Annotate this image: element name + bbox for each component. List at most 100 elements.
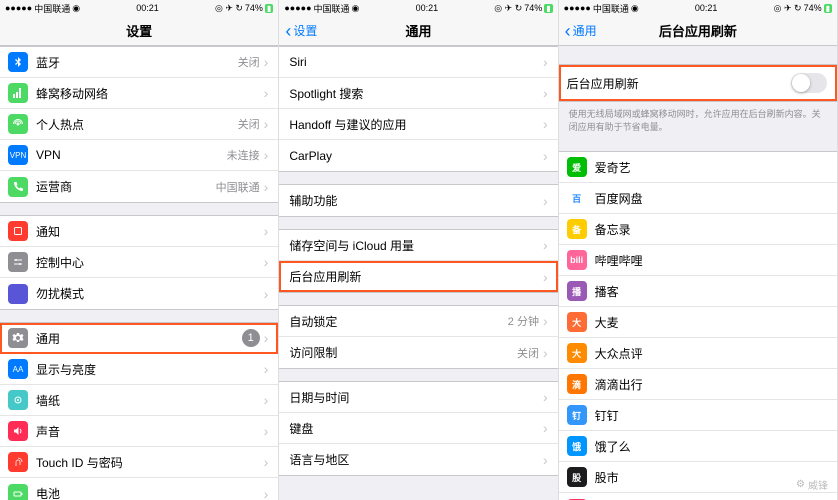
chevron-right-icon: › (264, 361, 269, 377)
settings-row[interactable]: 蜂窝移动网络› (0, 78, 278, 109)
background-refresh-screen: ●●●●●中国联通◉ 00:21 ◎ ✈ ↻74%▮ 通用 后台应用刷新 后台应… (559, 0, 838, 500)
display-icon: AA (8, 359, 28, 379)
settings-screen: ●●●●●中国联通◉ 00:21 ◎ ✈ ↻74%▮ 设置 蓝牙关闭›蜂窝移动网… (0, 0, 279, 500)
vpn-icon: VPN (8, 145, 28, 165)
chevron-right-icon: › (543, 193, 548, 209)
settings-row[interactable]: CarPlay› (279, 140, 557, 171)
chevron-right-icon: › (543, 269, 548, 285)
chevron-right-icon: › (264, 330, 269, 346)
settings-row[interactable]: 储存空间与 iCloud 用量› (279, 230, 557, 261)
chevron-right-icon: › (264, 423, 269, 439)
row-detail: 中国联通 (216, 179, 260, 195)
notif-icon (8, 221, 28, 241)
settings-row[interactable]: 个人热点关闭› (0, 109, 278, 140)
settings-row[interactable]: VPNVPN未连接› (0, 140, 278, 171)
settings-row[interactable]: 控制中心› (0, 247, 278, 278)
status-bar: ●●●●●中国联通◉ 00:21 ◎ ✈ ↻74%▮ (0, 0, 278, 16)
settings-row[interactable]: 通用1› (0, 323, 278, 354)
settings-row[interactable]: 日期与时间› (279, 382, 557, 413)
chevron-right-icon: › (264, 454, 269, 470)
row-label: 电池 (36, 485, 264, 500)
app-label: 滴滴出行 (595, 376, 827, 393)
row-label: 运营商 (36, 178, 216, 195)
navbar: 设置 (0, 16, 278, 46)
app-label: 钉钉 (595, 407, 827, 424)
app-icon: 滴 (567, 374, 587, 394)
chevron-right-icon: › (543, 420, 548, 436)
master-toggle-row[interactable]: 后台应用刷新 (559, 65, 837, 101)
row-label: 日期与时间 (289, 389, 543, 406)
app-row[interactable]: 百百度网盘 (559, 183, 837, 214)
row-label: Siri (289, 55, 543, 69)
chevron-right-icon: › (543, 345, 548, 361)
back-button[interactable]: 设置 (285, 22, 317, 40)
app-label: 百度网盘 (595, 190, 827, 207)
row-label: Handoff 与建议的应用 (289, 116, 543, 133)
settings-row[interactable]: 勿扰模式› (0, 278, 278, 309)
app-icon: 钉 (567, 405, 587, 425)
chevron-right-icon: › (264, 223, 269, 239)
app-row[interactable]: 饿饿了么 (559, 431, 837, 462)
settings-row[interactable]: Spotlight 搜索› (279, 78, 557, 109)
app-row[interactable]: 播播客 (559, 276, 837, 307)
settings-row[interactable]: 后台应用刷新› (279, 261, 557, 292)
page-title: 后台应用刷新 (659, 21, 737, 40)
app-icon: 大 (567, 312, 587, 332)
settings-row[interactable]: 蓝牙关闭› (0, 47, 278, 78)
app-label: 大众点评 (595, 345, 827, 362)
app-row[interactable]: 爱爱奇艺 (559, 152, 837, 183)
battery-icon (8, 484, 28, 500)
chevron-right-icon: › (264, 147, 269, 163)
app-label: 爱奇艺 (595, 159, 827, 176)
settings-row[interactable]: Siri› (279, 47, 557, 78)
chevron-right-icon: › (543, 54, 548, 70)
chevron-right-icon: › (264, 254, 269, 270)
app-row[interactable]: 滴滴滴出行 (559, 369, 837, 400)
control-icon (8, 252, 28, 272)
settings-row[interactable]: 自动锁定2 分钟› (279, 306, 557, 337)
settings-row[interactable]: 声音› (0, 416, 278, 447)
settings-row[interactable]: Touch ID 与密码› (0, 447, 278, 478)
chevron-right-icon: › (264, 486, 269, 500)
app-icon: 备 (567, 219, 587, 239)
settings-row[interactable]: 运营商中国联通› (0, 171, 278, 202)
app-label: 股市 (595, 469, 827, 486)
chevron-right-icon: › (543, 452, 548, 468)
row-label: 控制中心 (36, 254, 264, 271)
row-label: Spotlight 搜索 (289, 85, 543, 102)
touchid-icon (8, 452, 28, 472)
app-row[interactable]: 韩剧韩剧TV (559, 493, 837, 500)
chevron-right-icon: › (543, 85, 548, 101)
chevron-right-icon: › (264, 116, 269, 132)
app-icon: bili (567, 250, 587, 270)
dnd-icon (8, 284, 28, 304)
row-detail: 关闭 (238, 116, 260, 132)
page-title: 通用 (405, 21, 431, 40)
settings-row[interactable]: 通知› (0, 216, 278, 247)
row-label: 声音 (36, 423, 264, 440)
settings-row[interactable]: 辅助功能› (279, 185, 557, 216)
settings-row[interactable]: AA显示与亮度› (0, 354, 278, 385)
row-label: 通用 (36, 330, 242, 347)
settings-row[interactable]: 语言与地区› (279, 444, 557, 475)
row-label: Touch ID 与密码 (36, 454, 264, 471)
row-label: 后台应用刷新 (567, 75, 791, 92)
app-label: 哔哩哔哩 (595, 252, 827, 269)
settings-row[interactable]: 键盘› (279, 413, 557, 444)
app-icon: 播 (567, 281, 587, 301)
chevron-right-icon: › (543, 116, 548, 132)
back-button[interactable]: 通用 (565, 22, 597, 40)
settings-row[interactable]: 墙纸› (0, 385, 278, 416)
wallpaper-icon (8, 390, 28, 410)
app-row[interactable]: 大大麦 (559, 307, 837, 338)
app-row[interactable]: bili 哔哩哔哩 (559, 245, 837, 276)
app-row[interactable]: 大大众点评 (559, 338, 837, 369)
app-row[interactable]: 钉钉钉 (559, 400, 837, 431)
app-row[interactable]: 备备忘录 (559, 214, 837, 245)
settings-row[interactable]: 访问限制关闭› (279, 337, 557, 368)
status-bar: ●●●●●中国联通◉ 00:21 ◎ ✈ ↻74%▮ (559, 0, 837, 16)
settings-row[interactable]: Handoff 与建议的应用› (279, 109, 557, 140)
settings-row[interactable]: 电池› (0, 478, 278, 500)
phone-icon (8, 177, 28, 197)
toggle-switch[interactable] (791, 73, 827, 93)
